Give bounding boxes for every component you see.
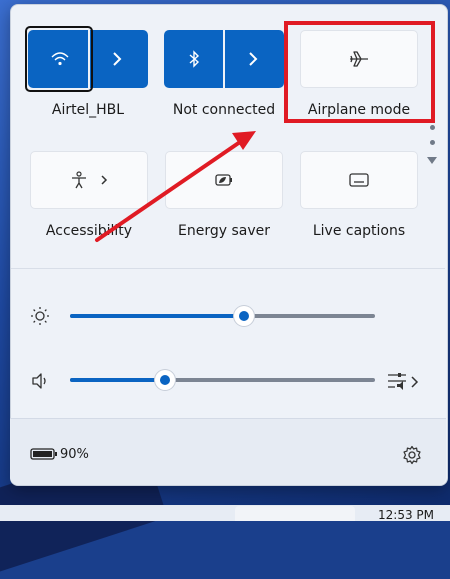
annotation-arrow [95, 131, 256, 242]
